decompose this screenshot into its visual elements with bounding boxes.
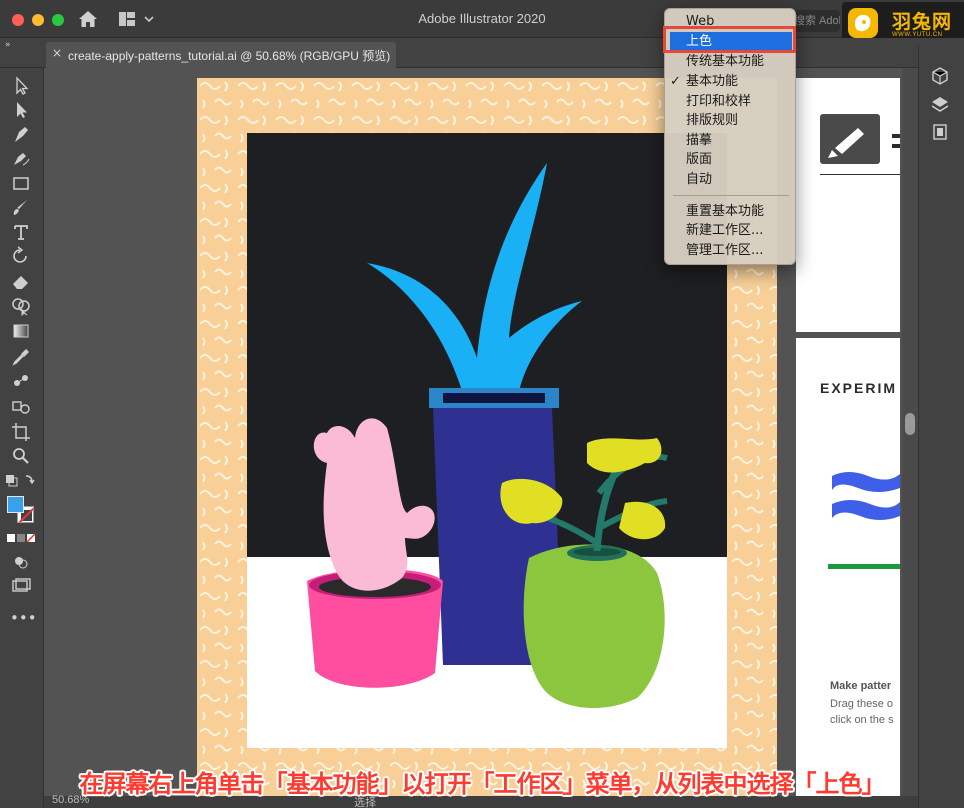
title-bar: Adobe Illustrator 2020 搜索 Adobe	[0, 0, 964, 38]
logo-text: 羽兔网	[892, 11, 953, 33]
blend-tool-icon[interactable]	[10, 371, 32, 391]
vertical-scrollbar-thumb[interactable]	[905, 413, 915, 435]
document-tab-label: create-apply-patterns_tutorial.ai @ 50.6…	[68, 49, 391, 63]
plant-illustration	[247, 133, 727, 748]
click-on-text: click on the s	[830, 714, 894, 726]
color-mode-icons[interactable]	[4, 528, 38, 548]
tutorial-caption: 在屏幕右上角单击「基本功能」以打开「工作区」菜单，从列表中选择「上色」	[79, 770, 886, 798]
menu-item-new-workspace[interactable]: 新建工作区...	[665, 221, 795, 241]
direct-selection-tool-icon[interactable]	[10, 100, 32, 120]
artboards-panel-icon[interactable]	[930, 122, 950, 142]
checkmark-icon: ✓	[670, 74, 681, 89]
swap-fill-stroke-icon[interactable]	[4, 472, 38, 492]
rabbit-logo-icon	[848, 8, 878, 38]
more-tools-icon[interactable]: •••	[10, 608, 37, 628]
close-tab-icon[interactable]: ×	[52, 46, 62, 60]
artboard-tool-icon[interactable]	[10, 421, 32, 441]
menu-item-manage-workspaces[interactable]: 管理工作区...	[665, 241, 795, 261]
right-panel-dock	[918, 46, 964, 808]
menu-item-essentials-label: 基本功能	[686, 74, 739, 89]
vertical-scrollbar[interactable]	[902, 68, 918, 808]
libraries-icon[interactable]	[930, 66, 950, 86]
heading-fragment-icon	[892, 134, 900, 148]
type-tool-icon[interactable]	[10, 222, 32, 242]
collapse-panels-icon[interactable]: »	[5, 40, 11, 50]
menu-item-traditional-essentials[interactable]: 传统基本功能	[665, 52, 795, 72]
tools-panel: •••	[0, 68, 44, 808]
fill-color-swatch[interactable]	[7, 496, 24, 513]
menu-item-printing-proofing[interactable]: 打印和校样	[665, 92, 795, 112]
plant-artwork	[307, 163, 668, 709]
menu-item-essentials[interactable]: ✓ 基本功能	[665, 72, 795, 92]
paintbrush-tool-icon[interactable]	[10, 197, 32, 217]
menu-item-tracing[interactable]: 描摹	[665, 131, 795, 151]
menu-item-layout[interactable]: 版面	[665, 150, 795, 170]
drag-these-text: Drag these o	[830, 698, 893, 710]
document-tab-bar: » × create-apply-patterns_tutorial.ai @ …	[0, 38, 964, 68]
screen-mode-icon[interactable]	[10, 576, 32, 596]
instruction-card-top	[796, 78, 900, 332]
layers-icon[interactable]	[930, 94, 950, 114]
document-tab[interactable]: × create-apply-patterns_tutorial.ai @ 50…	[46, 42, 396, 68]
pen-tool-icon[interactable]	[10, 124, 32, 144]
drawing-mode-icon[interactable]	[10, 552, 32, 572]
pattern-swatch-samples	[828, 472, 900, 569]
tutorial-highlight-box	[663, 26, 796, 53]
eraser-tool-icon[interactable]	[10, 271, 32, 291]
menu-item-reset-essentials[interactable]: 重置基本功能	[665, 202, 795, 222]
experiment-heading: EXPERIM	[820, 380, 898, 396]
rectangle-tool-icon[interactable]	[10, 173, 32, 193]
zoom-tool-icon[interactable]	[10, 446, 32, 466]
eyedropper-tool-icon[interactable]	[10, 346, 32, 366]
curvature-tool-icon[interactable]	[10, 148, 32, 168]
selection-tool-icon[interactable]	[10, 76, 32, 96]
app-window: Adobe Illustrator 2020 搜索 Adobe 羽兔网 WWW.…	[0, 0, 964, 808]
brush-instructions-icon	[820, 114, 880, 164]
menu-separator	[673, 195, 789, 196]
menu-item-typography[interactable]: 排版规则	[665, 111, 795, 131]
gradient-tool-icon[interactable]	[10, 321, 32, 341]
symbol-sprayer-tool-icon[interactable]	[10, 396, 32, 416]
menu-item-automation[interactable]: 自动	[665, 170, 795, 190]
instruction-card-experiment: EXPERIM Make patter Drag these o click o…	[796, 338, 900, 808]
make-pattern-text: Make patter	[830, 680, 892, 692]
shape-builder-tool-icon[interactable]	[10, 296, 32, 316]
rotate-tool-icon[interactable]	[10, 246, 32, 266]
